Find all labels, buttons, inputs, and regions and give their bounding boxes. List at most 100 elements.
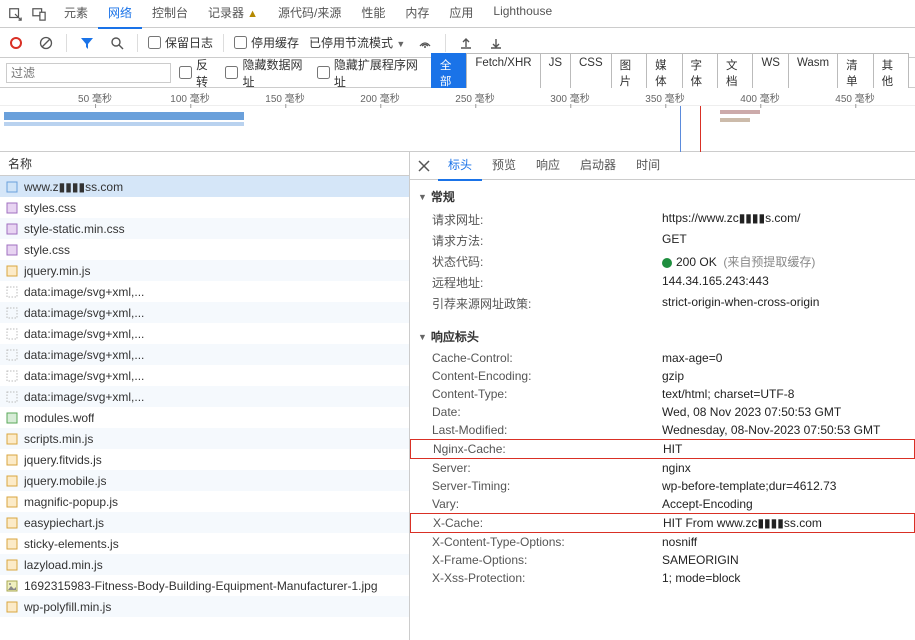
detail-tab-预览[interactable]: 预览 bbox=[482, 152, 526, 181]
js-file-icon bbox=[6, 601, 18, 613]
throttling-select[interactable]: 已停用节流模式 ▼ bbox=[309, 34, 405, 51]
tab-元素[interactable]: 元素 bbox=[54, 0, 98, 29]
tab-网络[interactable]: 网络 bbox=[98, 0, 142, 29]
kv-value: HIT From www.zc▮▮▮▮ss.com bbox=[663, 516, 914, 530]
request-row[interactable]: data:image/svg+xml,... bbox=[0, 281, 409, 302]
request-row[interactable]: scripts.min.js bbox=[0, 428, 409, 449]
chip-CSS[interactable]: CSS bbox=[570, 53, 612, 93]
tab-性能[interactable]: 性能 bbox=[351, 0, 395, 29]
chip-Fetch/XHR[interactable]: Fetch/XHR bbox=[466, 53, 540, 93]
request-row[interactable]: sticky-elements.js bbox=[0, 533, 409, 554]
request-row[interactable]: www.z▮▮▮▮ss.com bbox=[0, 176, 409, 197]
request-row[interactable]: magnific-popup.js bbox=[0, 491, 409, 512]
data-file-icon bbox=[6, 307, 18, 319]
kv-header: X-Content-Type-Options:nosniff bbox=[410, 533, 915, 551]
js-file-icon bbox=[6, 475, 18, 487]
request-row[interactable]: jquery.min.js bbox=[0, 260, 409, 281]
detail-tab-响应[interactable]: 响应 bbox=[526, 152, 570, 181]
kv-remote: 远程地址:144.34.165.243:443 bbox=[410, 272, 915, 293]
js-file-icon bbox=[6, 559, 18, 571]
kv-header: Content-Type:text/html; charset=UTF-8 bbox=[410, 385, 915, 403]
request-row[interactable]: data:image/svg+xml,... bbox=[0, 302, 409, 323]
tab-内存[interactable]: 内存 bbox=[395, 0, 439, 29]
detail-tab-标头[interactable]: 标头 bbox=[438, 152, 482, 181]
chip-全部[interactable]: 全部 bbox=[431, 53, 467, 93]
detail-tab-时间[interactable]: 时间 bbox=[626, 152, 670, 181]
general-section-header[interactable]: ▼常规 bbox=[410, 184, 915, 209]
disable-cache-checkbox[interactable]: 停用缓存 bbox=[234, 34, 299, 51]
chip-文档[interactable]: 文档 bbox=[717, 53, 753, 93]
chip-媒体[interactable]: 媒体 bbox=[646, 53, 682, 93]
kv-key: X-Xss-Protection: bbox=[432, 571, 662, 585]
kv-key: Content-Encoding: bbox=[432, 369, 662, 383]
filter-input[interactable] bbox=[6, 63, 171, 83]
timeline-tick: 250 毫秒 bbox=[455, 90, 494, 105]
tab-源代码/来源[interactable]: 源代码/来源 bbox=[268, 0, 351, 29]
request-name: styles.css bbox=[24, 201, 76, 215]
request-row[interactable]: jquery.mobile.js bbox=[0, 470, 409, 491]
chip-WS[interactable]: WS bbox=[752, 53, 789, 93]
request-row[interactable]: data:image/svg+xml,... bbox=[0, 365, 409, 386]
kv-key: 请求网址: bbox=[432, 211, 662, 228]
request-row[interactable]: data:image/svg+xml,... bbox=[0, 323, 409, 344]
request-name: jquery.mobile.js bbox=[24, 474, 106, 488]
request-row[interactable]: easypiechart.js bbox=[0, 512, 409, 533]
kv-value: 200 OK (来自预提取缓存) bbox=[662, 253, 915, 270]
js-file-icon bbox=[6, 454, 18, 466]
invert-checkbox[interactable]: 反转 bbox=[179, 56, 217, 90]
chip-清单[interactable]: 清单 bbox=[837, 53, 873, 93]
timeline-overview[interactable]: 50 毫秒100 毫秒150 毫秒200 毫秒250 毫秒300 毫秒350 毫… bbox=[0, 88, 915, 152]
chip-图片[interactable]: 图片 bbox=[611, 53, 647, 93]
column-header-name[interactable]: 名称 bbox=[0, 152, 409, 176]
detail-tab-启动器[interactable]: 启动器 bbox=[570, 152, 626, 181]
clear-icon[interactable] bbox=[36, 33, 56, 53]
kv-method: 请求方法:GET bbox=[410, 230, 915, 251]
chip-其他[interactable]: 其他 bbox=[873, 53, 909, 93]
kv-key: Date: bbox=[432, 405, 662, 419]
search-icon[interactable] bbox=[107, 33, 127, 53]
kv-value: HIT bbox=[663, 442, 914, 456]
js-file-icon bbox=[6, 538, 18, 550]
status-dot-icon bbox=[662, 258, 672, 268]
chip-字体[interactable]: 字体 bbox=[682, 53, 718, 93]
tab-记录器[interactable]: 记录器 ▲ bbox=[198, 0, 268, 29]
warning-badge-icon: ▲ bbox=[244, 8, 258, 20]
request-name: data:image/svg+xml,... bbox=[24, 306, 144, 320]
request-row[interactable]: data:image/svg+xml,... bbox=[0, 344, 409, 365]
kv-header: Cache-Control:max-age=0 bbox=[410, 349, 915, 367]
tab-控制台[interactable]: 控制台 bbox=[142, 0, 198, 29]
request-row[interactable]: styles.css bbox=[0, 197, 409, 218]
preserve-log-checkbox[interactable]: 保留日志 bbox=[148, 34, 213, 51]
request-name: data:image/svg+xml,... bbox=[24, 327, 144, 341]
close-icon[interactable] bbox=[414, 156, 434, 176]
record-icon[interactable] bbox=[6, 33, 26, 53]
chip-Wasm[interactable]: Wasm bbox=[788, 53, 838, 93]
css-file-icon bbox=[6, 223, 18, 235]
tab-应用[interactable]: 应用 bbox=[439, 0, 483, 29]
response-headers-section-header[interactable]: ▼响应标头 bbox=[410, 324, 915, 349]
request-row[interactable]: 1692315983-Fitness-Body-Building-Equipme… bbox=[0, 575, 409, 596]
request-row[interactable]: wp-polyfill.min.js bbox=[0, 596, 409, 617]
timeline-tick: 150 毫秒 bbox=[265, 90, 304, 105]
import-har-icon[interactable] bbox=[456, 33, 476, 53]
request-row[interactable]: modules.woff bbox=[0, 407, 409, 428]
hide-data-urls-checkbox[interactable]: 隐藏数据网址 bbox=[225, 56, 308, 90]
export-har-icon[interactable] bbox=[486, 33, 506, 53]
response-headers-list: Cache-Control:max-age=0 Content-Encoding:… bbox=[410, 349, 915, 587]
filter-icon[interactable] bbox=[77, 33, 97, 53]
request-row[interactable]: style.css bbox=[0, 239, 409, 260]
kv-key: X-Frame-Options: bbox=[432, 553, 662, 567]
chip-JS[interactable]: JS bbox=[540, 53, 571, 93]
request-row[interactable]: style-static.min.css bbox=[0, 218, 409, 239]
tab-Lighthouse[interactable]: Lighthouse bbox=[483, 0, 562, 29]
hide-ext-urls-checkbox[interactable]: 隐藏扩展程序网址 bbox=[317, 56, 423, 90]
request-row[interactable]: lazyload.min.js bbox=[0, 554, 409, 575]
network-conditions-icon[interactable] bbox=[415, 33, 435, 53]
inspect-icon[interactable] bbox=[4, 3, 26, 25]
filter-row: 反转 隐藏数据网址 隐藏扩展程序网址 全部Fetch/XHRJSCSS图片媒体字… bbox=[0, 58, 915, 88]
request-row[interactable]: data:image/svg+xml,... bbox=[0, 386, 409, 407]
device-toggle-icon[interactable] bbox=[28, 3, 50, 25]
request-row[interactable]: jquery.fitvids.js bbox=[0, 449, 409, 470]
devtools-top-tabs: 元素网络控制台记录器 ▲源代码/来源性能内存应用Lighthouse bbox=[0, 0, 915, 28]
request-name: data:image/svg+xml,... bbox=[24, 390, 144, 404]
